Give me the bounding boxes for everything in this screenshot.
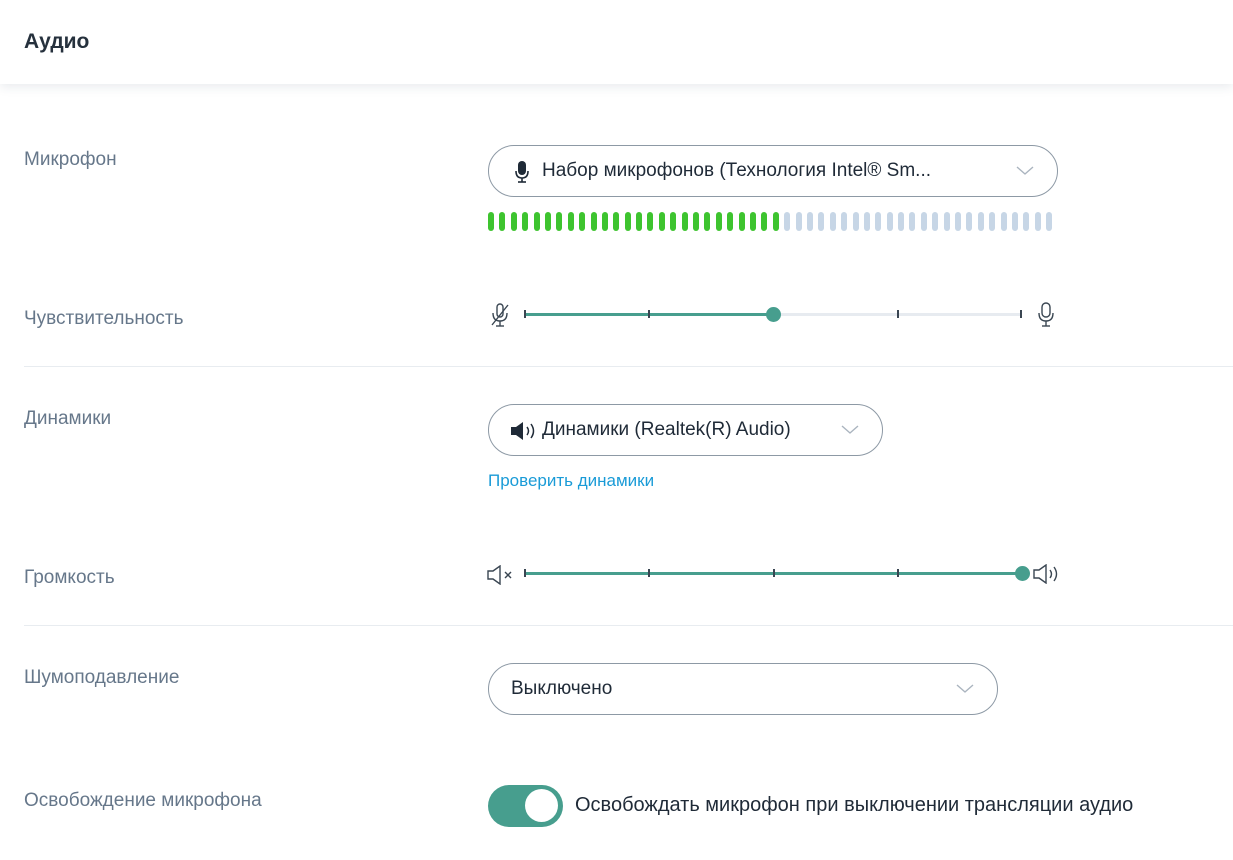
microphone-icon	[1038, 302, 1054, 327]
microphone-release-label: Освобождение микрофона	[24, 790, 262, 811]
level-segment	[1046, 212, 1053, 231]
level-segment	[567, 212, 574, 231]
level-segment	[863, 212, 870, 231]
level-segment	[579, 212, 586, 231]
sensitivity-slider[interactable]	[524, 305, 1022, 325]
slider-tick	[897, 569, 899, 577]
level-segment	[818, 212, 825, 231]
level-segment	[886, 212, 893, 231]
level-segment	[966, 212, 973, 231]
level-segment	[670, 212, 677, 231]
slider-tick	[524, 310, 526, 318]
level-segment	[795, 212, 802, 231]
level-segment	[704, 212, 711, 231]
microphone-select[interactable]: Набор микрофонов (Технология Intel® Sm..…	[488, 145, 1058, 197]
toggle-knob	[525, 789, 558, 822]
level-segment	[681, 212, 688, 231]
volume-label: Громкость	[24, 567, 115, 588]
level-segment	[1023, 212, 1030, 231]
level-segment	[544, 212, 551, 231]
level-segment	[932, 212, 939, 231]
sensitivity-label: Чувствительность	[24, 308, 184, 329]
noise-suppression-value: Выключено	[511, 678, 613, 699]
level-segment	[522, 212, 529, 231]
noise-suppression-label: Шумоподавление	[24, 667, 180, 688]
slider-tick	[524, 569, 526, 577]
speaker-icon	[511, 422, 535, 440]
level-segment	[772, 212, 779, 231]
level-segment	[1000, 212, 1007, 231]
level-segment	[829, 212, 836, 231]
section-divider	[24, 625, 1233, 626]
level-segment	[613, 212, 620, 231]
level-segment	[909, 212, 916, 231]
section-divider	[24, 366, 1233, 367]
slider-thumb[interactable]	[1014, 566, 1030, 581]
level-segment	[784, 212, 791, 231]
level-segment	[533, 212, 540, 231]
speakers-label: Динамики	[24, 408, 112, 429]
level-segment	[636, 212, 643, 231]
speakers-select[interactable]: Динамики (Realtek(R) Audio)	[488, 404, 883, 456]
slider-tick	[1020, 310, 1022, 318]
level-segment	[590, 212, 597, 231]
level-segment	[510, 212, 517, 231]
level-segment	[955, 212, 962, 231]
slider-tick	[897, 310, 899, 318]
microphone-release-toggle[interactable]	[488, 785, 563, 827]
level-segment	[875, 212, 882, 231]
level-segment	[920, 212, 927, 231]
speakers-device: Динамики (Realtek(R) Audio)	[542, 419, 791, 440]
level-segment	[852, 212, 859, 231]
level-segment	[1011, 212, 1018, 231]
level-segment	[727, 212, 734, 231]
slider-tick	[773, 569, 775, 577]
level-segment	[943, 212, 950, 231]
noise-suppression-select[interactable]: Выключено	[488, 663, 998, 715]
microphone-release-text: Освобождать микрофон при выключении тран…	[575, 794, 1134, 816]
level-segment	[977, 212, 984, 231]
level-segment	[1034, 212, 1041, 231]
microphone-label: Микрофон	[24, 149, 117, 170]
level-segment	[488, 212, 494, 231]
level-segment	[556, 212, 563, 231]
slider-tick	[648, 310, 650, 318]
level-segment	[898, 212, 905, 231]
volume-slider[interactable]	[524, 564, 1030, 584]
speaker-muted-icon	[487, 565, 512, 585]
level-segment	[658, 212, 665, 231]
level-segment	[499, 212, 506, 231]
level-segment	[749, 212, 756, 231]
slider-thumb[interactable]	[765, 307, 781, 322]
level-segment	[715, 212, 722, 231]
microphone-level-meter	[488, 212, 1058, 232]
chevron-down-icon	[1016, 166, 1034, 175]
level-segment	[693, 212, 700, 231]
page-header: Аудио	[0, 0, 1233, 84]
level-segment	[624, 212, 631, 231]
level-segment	[601, 212, 608, 231]
chevron-down-icon	[841, 425, 859, 434]
chevron-down-icon	[956, 684, 974, 693]
speaker-loud-icon	[1033, 564, 1058, 584]
test-speakers-link[interactable]: Проверить динамики	[488, 471, 654, 491]
microphone-muted-icon	[491, 303, 509, 327]
level-segment	[647, 212, 654, 231]
level-segment	[806, 212, 813, 231]
level-segment	[989, 212, 996, 231]
slider-tick	[648, 569, 650, 577]
level-segment	[761, 212, 768, 231]
level-segment	[738, 212, 745, 231]
page-title: Аудио	[24, 30, 90, 53]
microphone-device: Набор микрофонов (Технология Intel® Sm..…	[542, 160, 931, 181]
level-segment	[841, 212, 848, 231]
microphone-icon	[515, 161, 529, 183]
